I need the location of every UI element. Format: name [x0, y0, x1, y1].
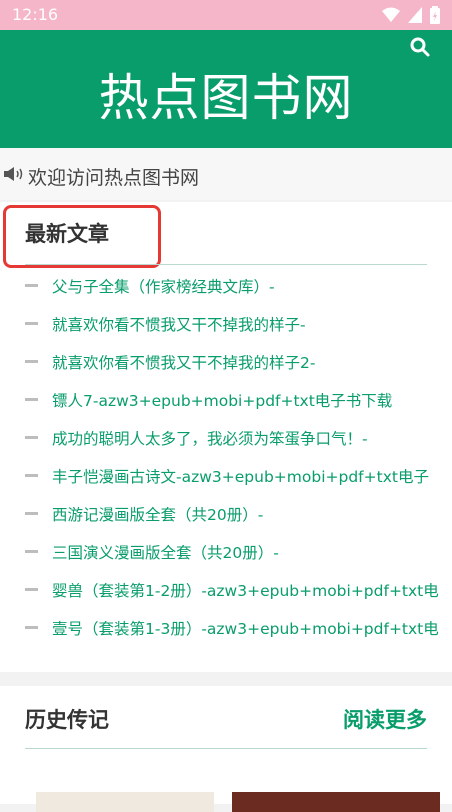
speaker-icon	[4, 167, 23, 181]
list-item: 壹号（套装第1-3册）-azw3+epub+mobi+pdf+txt电	[0, 611, 452, 649]
article-link[interactable]: 婴兽（套装第1-2册）-azw3+epub+mobi+pdf+txt电	[52, 579, 439, 601]
section-title: 历史传记	[25, 708, 109, 732]
section-title: 最新文章	[25, 222, 109, 246]
bullet-icon	[25, 360, 38, 363]
status-icons	[382, 6, 440, 24]
article-link[interactable]: 成功的聪明人太多了，我必须为笨蛋争口气！-	[52, 427, 368, 449]
list-item: 就喜欢你看不惯我又干不掉我的样子-	[0, 307, 452, 345]
divider	[25, 264, 427, 265]
bullet-icon	[25, 284, 38, 287]
article-link[interactable]: 西游记漫画版全套（共20册）-	[52, 503, 263, 525]
bullet-icon	[25, 436, 38, 439]
article-link[interactable]: 就喜欢你看不惯我又干不掉我的样子2-	[52, 351, 315, 373]
site-header: 热点图书网	[0, 30, 452, 148]
notice-text: 欢迎访问热点图书网	[28, 167, 200, 189]
list-item: 婴兽（套装第1-2册）-azw3+epub+mobi+pdf+txt电	[0, 573, 452, 611]
book-cover[interactable]	[232, 792, 440, 812]
article-link[interactable]: 壹号（套装第1-3册）-azw3+epub+mobi+pdf+txt电	[52, 617, 439, 639]
article-link[interactable]: 三国演义漫画版全套（共20册）-	[52, 541, 279, 563]
book-cover[interactable]	[36, 792, 214, 812]
article-link[interactable]: 镖人7-azw3+epub+mobi+pdf+txt电子书下载	[52, 389, 392, 411]
list-item: 父与子全集（作家榜经典文库）-	[0, 269, 452, 307]
search-icon[interactable]	[408, 35, 432, 59]
bullet-icon	[25, 474, 38, 477]
list-item: 镖人7-azw3+epub+mobi+pdf+txt电子书下载	[0, 383, 452, 421]
latest-articles-section: 最新文章 父与子全集（作家榜经典文库）- 就喜欢你看不惯我又干不掉我的样子- 就…	[0, 202, 452, 672]
article-list: 父与子全集（作家榜经典文库）- 就喜欢你看不惯我又干不掉我的样子- 就喜欢你看不…	[0, 269, 452, 649]
history-section: 历史传记 阅读更多	[0, 686, 452, 812]
bullet-icon	[25, 550, 38, 553]
list-item: 三国演义漫画版全套（共20册）-	[0, 535, 452, 573]
bullet-icon	[25, 588, 38, 591]
article-link[interactable]: 父与子全集（作家榜经典文库）-	[52, 275, 275, 297]
read-more-link[interactable]: 阅读更多	[343, 704, 427, 734]
list-item: 就喜欢你看不惯我又干不掉我的样子2-	[0, 345, 452, 383]
bullet-icon	[25, 322, 38, 325]
status-time: 12:16	[12, 5, 59, 24]
signal-icon	[408, 7, 422, 23]
bullet-icon	[25, 512, 38, 515]
site-title: 热点图书网	[98, 69, 354, 127]
article-link[interactable]: 就喜欢你看不惯我又干不掉我的样子-	[52, 313, 306, 335]
wifi-icon	[382, 7, 400, 22]
battery-icon	[430, 6, 440, 24]
list-item: 西游记漫画版全套（共20册）-	[0, 497, 452, 535]
list-item: 丰子恺漫画古诗文-azw3+epub+mobi+pdf+txt电子	[0, 459, 452, 497]
status-bar: 12:16	[0, 0, 452, 30]
notice-bar: 欢迎访问热点图书网	[0, 148, 452, 200]
divider	[25, 748, 427, 749]
bullet-icon	[25, 398, 38, 401]
list-item: 成功的聪明人太多了，我必须为笨蛋争口气！-	[0, 421, 452, 459]
bullet-icon	[25, 626, 38, 629]
article-link[interactable]: 丰子恺漫画古诗文-azw3+epub+mobi+pdf+txt电子	[52, 465, 429, 487]
